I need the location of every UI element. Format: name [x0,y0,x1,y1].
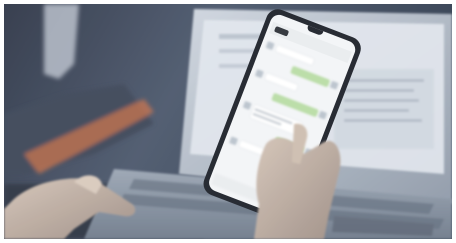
photo-frame [0,0,456,243]
scene-illustration [4,4,452,239]
